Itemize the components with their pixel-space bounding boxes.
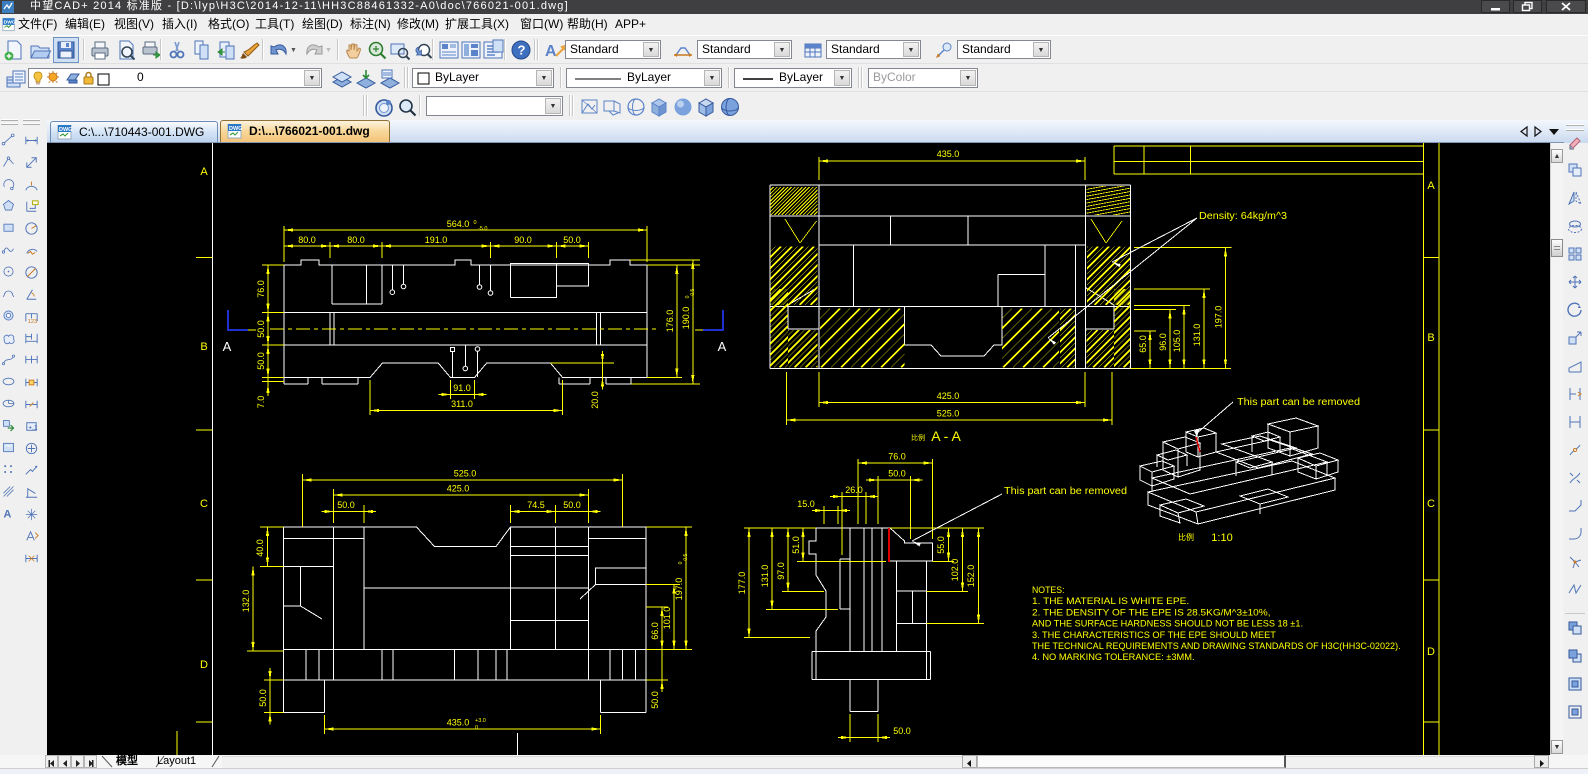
svg-text:197.0: 197.0 xyxy=(1214,306,1224,329)
svg-text:425.0: 425.0 xyxy=(447,484,470,494)
svg-text:A: A xyxy=(200,166,208,178)
svg-text:This part can be removed: This part can be removed xyxy=(1237,397,1360,408)
svg-text:525.0: 525.0 xyxy=(454,469,477,479)
svg-text:7.0: 7.0 xyxy=(256,396,266,409)
svg-text:97.0: 97.0 xyxy=(776,562,786,580)
svg-text:1:10: 1:10 xyxy=(1211,532,1232,544)
svg-text:132.0: 132.0 xyxy=(241,590,251,613)
svg-text:D: D xyxy=(1427,646,1435,658)
svg-text:50.0: 50.0 xyxy=(893,726,911,736)
svg-text:40.0: 40.0 xyxy=(255,539,265,557)
svg-text:THE TECHNICAL REQUIREMENTS AND: THE TECHNICAL REQUIREMENTS AND DRAWING S… xyxy=(1032,641,1401,651)
svg-text:55.0: 55.0 xyxy=(936,536,946,554)
svg-text:123: 123 xyxy=(28,319,37,325)
svg-text:A: A xyxy=(223,339,232,354)
svg-text:NOTES:: NOTES: xyxy=(1032,585,1065,595)
svg-text:435.0: 435.0 xyxy=(447,718,470,728)
svg-text:比例: 比例 xyxy=(1178,532,1194,542)
svg-text:96.0: 96.0 xyxy=(1158,333,1168,351)
svg-text:D: D xyxy=(200,659,208,671)
svg-text:AND THE SURFACE HARDNESS SHOUL: AND THE SURFACE HARDNESS SHOULD NOT BE L… xyxy=(1032,619,1303,629)
svg-text:C: C xyxy=(1427,498,1435,510)
svg-text:B: B xyxy=(1427,332,1434,344)
svg-text:74.5: 74.5 xyxy=(527,500,545,510)
svg-text:190.0: 190.0 xyxy=(681,307,691,330)
svg-text:564.0: 564.0 xyxy=(447,219,470,229)
svg-text:50.0: 50.0 xyxy=(888,469,906,479)
svg-text:+.1: +.1 xyxy=(28,424,38,431)
svg-text:15.0: 15.0 xyxy=(797,499,815,509)
svg-text:2. THE DENSITY OF THE EPE IS 2: 2. THE DENSITY OF THE EPE IS 28.5KG/M^3±… xyxy=(1032,607,1271,617)
svg-text:DWG: DWG xyxy=(59,127,72,133)
svg-text:80.0: 80.0 xyxy=(298,235,316,245)
svg-text:比例: 比例 xyxy=(911,433,925,442)
svg-text:+3.0: +3.0 xyxy=(475,718,486,724)
svg-text:90.0: 90.0 xyxy=(514,235,532,245)
svg-text:A: A xyxy=(4,509,12,521)
svg-text:76.0: 76.0 xyxy=(256,280,266,298)
svg-text:-5.0: -5.0 xyxy=(478,226,487,232)
svg-text:435.0: 435.0 xyxy=(937,149,960,159)
svg-text:152.0: 152.0 xyxy=(966,565,976,588)
svg-text:50.0: 50.0 xyxy=(256,352,266,370)
svg-text:105.0: 105.0 xyxy=(1172,330,1182,353)
svg-text:A: A xyxy=(1427,180,1435,192)
svg-text:26.0: 26.0 xyxy=(845,485,863,495)
svg-text:20.0: 20.0 xyxy=(590,391,600,409)
svg-text:This part can be removed: This part can be removed xyxy=(1004,486,1127,497)
svg-text:Density: 64kg/m^3: Density: 64kg/m^3 xyxy=(1199,211,1287,222)
svg-text:B: B xyxy=(200,341,207,353)
svg-text:50.0: 50.0 xyxy=(337,500,355,510)
svg-text:4. NO MARKING TOLERANCE: ±3MM.: 4. NO MARKING TOLERANCE: ±3MM. xyxy=(1032,652,1195,662)
svg-text:50.0: 50.0 xyxy=(256,320,266,338)
svg-text:102.0: 102.0 xyxy=(950,559,960,582)
svg-text:131.0: 131.0 xyxy=(1192,324,1202,347)
svg-text:?: ? xyxy=(518,43,526,58)
svg-text:A: A xyxy=(545,43,557,60)
svg-text:1. THE MATERIAL IS WHITE EPE.: 1. THE MATERIAL IS WHITE EPE. xyxy=(1032,596,1189,606)
svg-text:51.0: 51.0 xyxy=(791,536,801,554)
svg-text:191.0: 191.0 xyxy=(425,235,448,245)
svg-text:A: A xyxy=(718,339,727,354)
svg-text:50.0: 50.0 xyxy=(563,235,581,245)
svg-text:A - A: A - A xyxy=(931,428,961,444)
svg-text:50.0: 50.0 xyxy=(258,689,268,707)
svg-text:3. THE CHARACTERISTICS OF THE: 3. THE CHARACTERISTICS OF THE EPE SHOULD… xyxy=(1032,630,1276,640)
svg-text:DWG: DWG xyxy=(229,126,242,132)
svg-text:76.0: 76.0 xyxy=(888,452,906,462)
svg-text:101.0: 101.0 xyxy=(662,607,672,630)
svg-text:66.0: 66.0 xyxy=(650,622,660,640)
svg-text:131.0: 131.0 xyxy=(760,565,770,588)
svg-text:80.0: 80.0 xyxy=(347,235,365,245)
svg-text:65.0: 65.0 xyxy=(1138,335,1148,353)
svg-text:311.0: 311.0 xyxy=(451,399,473,409)
svg-text:0: 0 xyxy=(473,220,476,226)
svg-text:425.0: 425.0 xyxy=(937,391,960,401)
svg-text:176.0: 176.0 xyxy=(665,310,675,333)
svg-text:197.0: 197.0 xyxy=(674,578,684,601)
svg-text:525.0: 525.0 xyxy=(937,409,960,419)
svg-text:-0.5: -0.5 xyxy=(683,553,689,562)
svg-text:50.0: 50.0 xyxy=(563,500,581,510)
svg-text:177.0: 177.0 xyxy=(737,572,747,595)
svg-text:DWG: DWG xyxy=(4,20,16,26)
svg-text:91.0: 91.0 xyxy=(453,383,471,393)
svg-text:50.0: 50.0 xyxy=(650,691,660,709)
svg-text:C: C xyxy=(200,498,208,510)
svg-text:-0.5: -0.5 xyxy=(690,288,696,297)
svg-text:0: 0 xyxy=(475,725,478,731)
